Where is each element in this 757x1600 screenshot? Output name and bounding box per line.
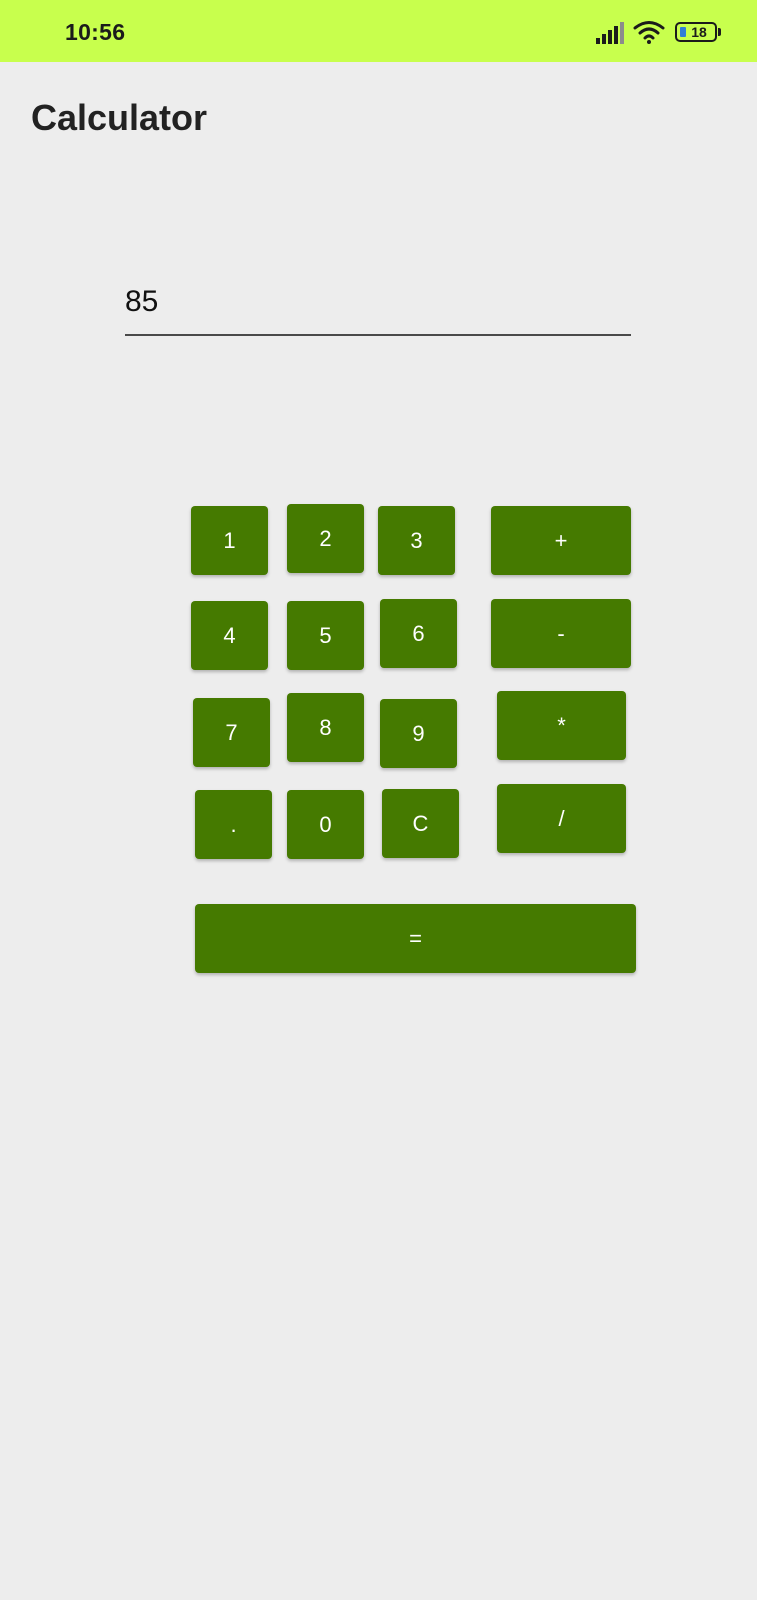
decimal-point-button[interactable]: .	[195, 790, 272, 859]
wifi-icon	[633, 21, 665, 44]
plus-button[interactable]: +	[491, 506, 631, 575]
digit-2-button[interactable]: 2	[287, 504, 364, 573]
minus-button[interactable]: -	[491, 599, 631, 668]
signal-icon	[596, 22, 624, 44]
digit-0-button[interactable]: 0	[287, 790, 364, 859]
digit-4-button[interactable]: 4	[191, 601, 268, 670]
app-title: Calculator	[31, 97, 208, 138]
status-time: 10:56	[65, 19, 126, 45]
divide-button[interactable]: /	[497, 784, 626, 853]
battery-icon: 18	[675, 22, 723, 44]
digit-1-button[interactable]: 1	[191, 506, 268, 575]
battery-level: 18	[691, 24, 707, 40]
digit-3-button[interactable]: 3	[378, 506, 455, 575]
digit-7-button[interactable]: 7	[193, 698, 270, 767]
status-bar: 10:56 18	[0, 0, 757, 62]
calculator-display-input[interactable]	[125, 270, 631, 336]
equals-button[interactable]: =	[195, 904, 636, 973]
digit-6-button[interactable]: 6	[380, 599, 457, 668]
digit-9-button[interactable]: 9	[380, 699, 457, 768]
battery-tip	[718, 28, 721, 36]
digit-8-button[interactable]: 8	[287, 693, 364, 762]
multiply-button[interactable]: *	[497, 691, 626, 760]
calculator-screen: 10:56 18 Calculator 1 2 3 + 4 5 6	[0, 0, 757, 1600]
digit-5-button[interactable]: 5	[287, 601, 364, 670]
clear-button[interactable]: C	[382, 789, 459, 858]
